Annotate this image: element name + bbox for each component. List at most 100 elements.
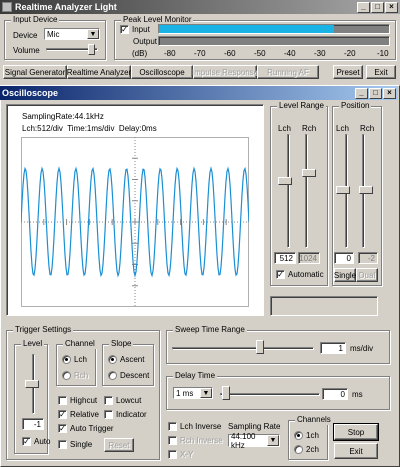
delay-time-slider[interactable] [220,386,320,406]
slope-descent-label: Descent [120,371,150,380]
channels-label: Channels [295,415,333,425]
channels-2ch-radio-dot[interactable] [294,445,303,454]
level-lch-thumb[interactable] [278,177,292,185]
scope-plot [21,137,249,307]
level-lch-slider[interactable] [277,134,295,248]
volume-slider[interactable] [44,44,100,56]
trigger-level-value[interactable]: -1 [22,418,44,430]
lch-inverse-check-box[interactable] [168,422,177,431]
channel-lch-radio-dot[interactable] [62,355,71,364]
trigger-settings-label: Trigger Settings [13,325,74,335]
highcut-check-box[interactable] [58,396,67,405]
trigger-level-thumb[interactable] [25,380,39,388]
level-lch-value[interactable]: 512 [274,252,296,264]
channels-1ch-radio-dot[interactable] [294,431,303,440]
running-af-button[interactable]: Running AF [257,65,319,79]
signal-generator-button[interactable]: Signal Generator [3,65,67,79]
channel-lch-label: Lch [74,355,87,364]
preset-button[interactable]: Preset [333,65,363,79]
lowcut-checkbox[interactable]: Lowcut [104,396,141,405]
oscilloscope-button[interactable]: Oscilloscope [131,65,193,79]
impulse-response-button[interactable]: Impulse Response [192,65,258,79]
auto-trigger-check-box[interactable]: ✓ [58,424,67,433]
indicator-check-box[interactable] [104,410,113,419]
position-lch-value[interactable]: 0 [334,252,354,264]
indicator-checkbox[interactable]: Indicator [104,410,147,419]
position-lch-thumb[interactable] [336,186,350,194]
device-select[interactable]: Mic ▼ [44,28,100,40]
trigger-level-label: Level [21,339,45,349]
osc-close-button[interactable]: × [383,87,396,99]
input-device-label: Input Device [11,15,60,25]
lch-inverse-checkbox[interactable]: Lch Inverse [168,422,221,431]
position-rch-slider[interactable] [358,134,376,248]
channels-1ch-label: 1ch [306,431,319,440]
position-rch-thumb[interactable] [359,186,373,194]
slope-ascent-radio-dot[interactable] [108,355,117,364]
trigger-auto-label: Auto [34,437,51,446]
single-button[interactable]: Single [334,268,356,282]
app-title: Realtime Analyzer Light [15,2,117,12]
relative-checkbox[interactable]: ✓ Relative [58,410,99,419]
db-tick: -60 [224,49,236,58]
slope-ascent-radio[interactable]: Ascent [108,355,144,364]
osc-minimize-button[interactable]: _ [355,87,368,99]
xy-check-box[interactable] [168,450,177,459]
delay-time-label: Delay Time [173,371,218,381]
realtime-analyzer-button[interactable]: Realtime Analyzer [67,65,131,79]
trigger-auto-check-box[interactable]: ✓ [22,437,31,446]
osc-maximize-button[interactable]: □ [369,87,382,99]
maximize-button[interactable]: □ [371,1,384,13]
relative-check-box[interactable]: ✓ [58,410,67,419]
auto-trigger-checkbox[interactable]: ✓ Auto Trigger [58,424,114,433]
rch-inverse-check-box[interactable] [168,436,177,445]
dual-button[interactable]: Dual [356,268,378,282]
trigger-level-slider[interactable] [25,354,43,414]
single-check-box[interactable] [58,440,67,449]
position-rch-value: -2 [358,252,378,264]
xy-checkbox[interactable]: X-Y [168,450,193,459]
minimize-button[interactable]: _ [357,1,370,13]
channel-lch-radio[interactable]: Lch [62,355,87,364]
sweep-thumb[interactable] [256,340,264,354]
position-lch-slider[interactable] [335,134,353,248]
trigger-auto-checkbox[interactable]: ✓ Auto [22,437,50,446]
automatic-checkbox[interactable]: ✓ Automatic [276,270,324,279]
lowcut-label: Lowcut [116,396,142,405]
level-rch-thumb[interactable] [302,169,316,177]
sampling-rate-label: Sampling Rate [228,422,281,431]
lowcut-check-box[interactable] [104,396,113,405]
sweep-time-slider[interactable] [172,340,314,360]
position-label: Position [339,101,372,111]
slope-descent-radio[interactable]: Descent [108,371,149,380]
channel-rch-radio-dot[interactable] [62,371,71,380]
delay-value[interactable]: 0 [322,388,348,400]
channels-2ch-radio[interactable]: 2ch [294,445,319,454]
delay-range-select[interactable]: 1 ms ▼ [173,387,213,399]
input-check-box[interactable]: ✓ [120,25,129,34]
sweep-value[interactable]: 1 [320,342,346,354]
slope-descent-radio-dot[interactable] [108,371,117,380]
automatic-check-box[interactable]: ✓ [276,270,285,279]
level-rch-label: Rch [302,124,317,133]
reset-button[interactable]: Reset [104,438,134,452]
exit-button[interactable]: Exit [366,65,396,79]
stop-button[interactable]: Stop [333,423,379,441]
delay-track [220,393,320,396]
delay-thumb[interactable] [222,386,230,400]
level-rch-value: 1024 [298,252,320,264]
input-level-meter [158,24,390,34]
volume-thumb[interactable] [88,44,95,55]
rch-inverse-checkbox[interactable]: Rch Inverse [168,436,223,445]
channels-1ch-radio[interactable]: 1ch [294,431,319,440]
level-rch-slider[interactable] [301,134,319,248]
scope-display: SamplingRate:44.1kHz Lch:512/div Time:1m… [6,104,264,316]
input-checkbox[interactable]: ✓ Input [120,25,150,34]
exit-osc-button[interactable]: Exit [334,443,378,459]
position-rch-label: Rch [360,124,375,133]
highcut-checkbox[interactable]: Highcut [58,396,97,405]
sampling-rate-select[interactable]: 44.100 kHz ▼ [228,432,280,450]
channel-rch-radio[interactable]: Rch [62,371,88,380]
close-button[interactable]: × [385,1,398,13]
single-checkbox[interactable]: Single [58,440,92,449]
